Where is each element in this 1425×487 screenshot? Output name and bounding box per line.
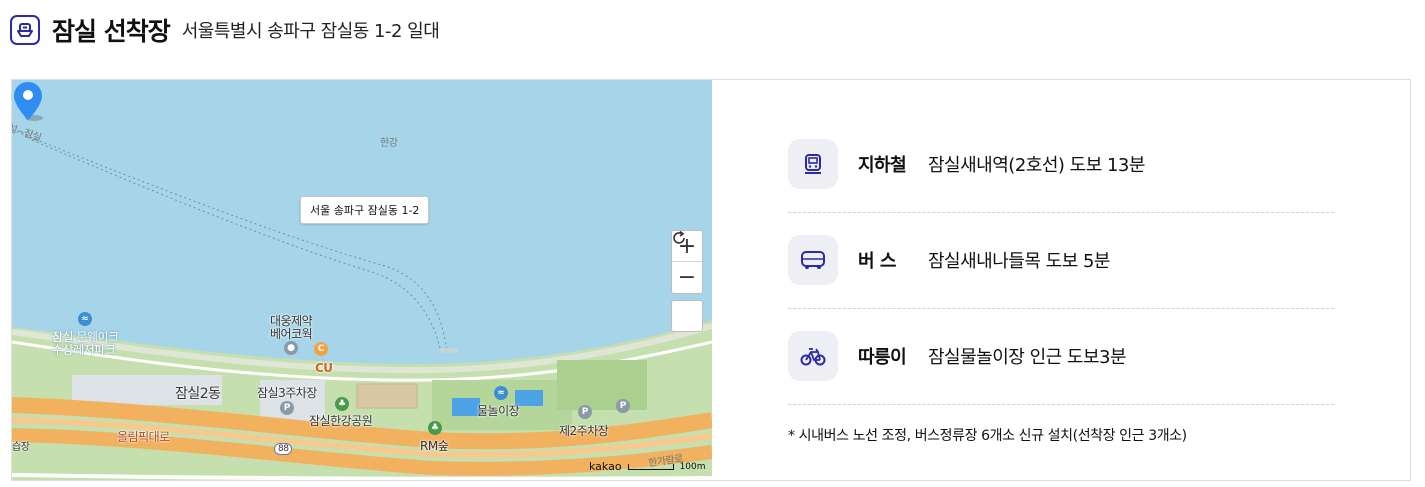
map-scale: kakao 100m bbox=[589, 460, 706, 473]
zoom-out-button[interactable]: − bbox=[672, 262, 702, 293]
map-label-edge: 습장 bbox=[12, 442, 30, 453]
map-label-river: 한강 bbox=[380, 138, 398, 149]
transport-info: 지하철 잠실새내역(2호선) 도보 13분 버 스 잠실새내나들목 도보 5분 bbox=[788, 128, 1334, 445]
divider bbox=[788, 404, 1334, 405]
kakao-logo: kakao bbox=[589, 460, 622, 473]
subway-icon bbox=[788, 139, 838, 189]
map-label-park: 잠실한강공원 bbox=[309, 414, 373, 428]
map-label-cove: 베어코웍 bbox=[270, 327, 313, 341]
transport-row-subway: 지하철 잠실새내역(2호선) 도보 13분 bbox=[788, 128, 1334, 200]
parking-icon[interactable]: P bbox=[280, 401, 294, 415]
transport-value-bike: 잠실물놀이장 인근 도보3분 bbox=[928, 347, 1127, 368]
refresh-button[interactable] bbox=[671, 230, 703, 332]
map-label-parking2: 제2주차장 bbox=[559, 424, 609, 438]
poi-cafe-icon[interactable]: ● bbox=[284, 341, 298, 355]
bicycle-icon bbox=[788, 331, 838, 381]
transport-label-subway: 지하철 bbox=[858, 155, 907, 176]
transport-value-subway: 잠실새내역(2호선) 도보 13분 bbox=[928, 155, 1145, 176]
page-header: 잠실 선착장 서울특별시 송파구 잠실동 1-2 일대 bbox=[10, 12, 440, 48]
scale-label: 100m bbox=[679, 461, 706, 472]
map-label-parking3: 잠실3주차장 bbox=[257, 386, 317, 400]
poi-cu-icon[interactable]: C bbox=[314, 342, 328, 356]
map-label-olympic: 올림픽대로 bbox=[117, 430, 170, 444]
parking-extra-icon[interactable]: P bbox=[616, 399, 630, 413]
location-panel: 한강 섬~잠실 서울 송파구 잠실동 1-2 + − 대웅제약 베어코웍 ● C… bbox=[11, 79, 1411, 481]
location-pin-icon[interactable] bbox=[12, 80, 44, 124]
divider bbox=[788, 308, 1334, 309]
parking2-icon[interactable]: P bbox=[578, 405, 592, 419]
bus-icon bbox=[788, 235, 838, 285]
poi-waterplay-icon[interactable]: ≈ bbox=[494, 386, 508, 400]
transport-note: * 시내버스 노선 조정, 버스정류장 6개소 신규 설치(선착장 인근 3개소… bbox=[788, 428, 1187, 444]
scale-bar bbox=[627, 463, 674, 470]
transport-row-bus: 버 스 잠실새내나들목 도보 5분 bbox=[788, 224, 1334, 296]
map-label-rmforest: RM숲 bbox=[420, 439, 449, 453]
divider bbox=[788, 212, 1334, 213]
map-label-district: 잠실2동 bbox=[175, 386, 221, 402]
transport-label-bus: 버 스 bbox=[858, 251, 896, 272]
map-label-cu: CU bbox=[315, 361, 333, 375]
refresh-icon bbox=[673, 230, 685, 244]
location-tooltip: 서울 송파구 잠실동 1-2 bbox=[300, 196, 430, 224]
transport-value-bus: 잠실새내나들목 도보 5분 bbox=[928, 251, 1111, 272]
page-title: 잠실 선착장 bbox=[52, 17, 171, 46]
map-label-waterpark: 수상레저파크 bbox=[52, 343, 116, 357]
map-controls: + − bbox=[671, 230, 703, 332]
park-icon[interactable]: ♣ bbox=[335, 397, 349, 411]
ferry-icon bbox=[10, 15, 40, 45]
transport-label-bike: 따릉이 bbox=[858, 347, 907, 368]
route-88-badge: 88 bbox=[274, 443, 293, 455]
transport-row-bike: 따릉이 잠실물놀이장 인근 도보3분 bbox=[788, 320, 1334, 392]
rm-forest-icon[interactable]: ♣ bbox=[428, 421, 442, 435]
poi-waterpark-icon[interactable]: ≈ bbox=[78, 312, 92, 326]
map-view[interactable]: 한강 섬~잠실 서울 송파구 잠실동 1-2 + − 대웅제약 베어코웍 ● C… bbox=[12, 80, 712, 480]
page-address: 서울특별시 송파구 잠실동 1-2 일대 bbox=[181, 21, 440, 42]
map-label-waterplay: 물놀이장 bbox=[477, 404, 520, 418]
